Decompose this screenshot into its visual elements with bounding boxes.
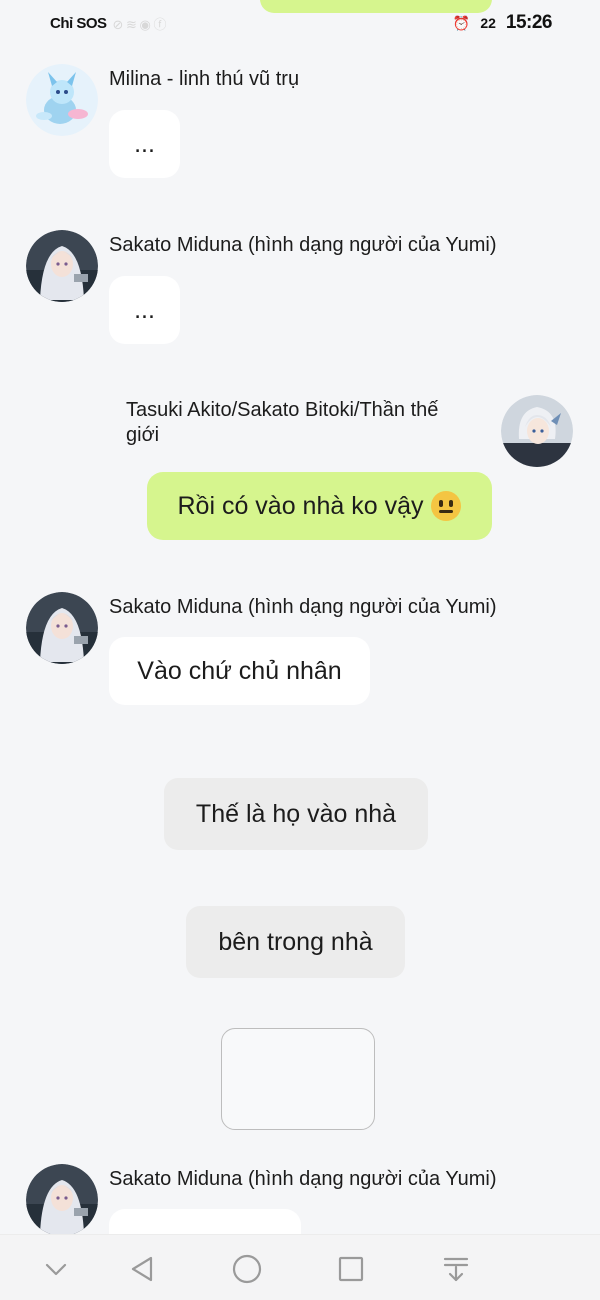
empty-message-box[interactable] xyxy=(221,1028,375,1130)
silver-hair-boy-avatar-icon[interactable] xyxy=(501,395,573,467)
sender-name-line1: Tasuki Akito/Sakato Bitoki/Thần thế xyxy=(126,399,439,421)
message-bubble[interactable]: ... xyxy=(109,276,180,344)
navigation-bar xyxy=(0,1234,600,1300)
narration-bubble[interactable]: bên trong nhà xyxy=(186,906,405,978)
carrier-label: Chỉ SOS xyxy=(50,15,107,32)
status-left: Chỉ SOS ⊘ ≋ ◉ ⓕ xyxy=(50,14,166,33)
status-bar: Chỉ SOS ⊘ ≋ ◉ ⓕ ⏰ 22 15:26 xyxy=(0,0,600,48)
silver-hair-girl-avatar-icon[interactable] xyxy=(26,1164,98,1236)
sender-name: Tasuki Akito/Sakato Bitoki/Thần thế giới xyxy=(126,398,486,448)
message-text: Rồi có vào nhà ko vậy xyxy=(177,491,424,520)
blue-creature-avatar-icon[interactable] xyxy=(26,64,98,136)
sender-name: Sakato Miduna (hình dạng người của Yumi) xyxy=(109,1168,497,1190)
sender-name: Sakato Miduna (hình dạng người của Yumi) xyxy=(109,234,497,256)
silver-hair-girl-avatar-icon[interactable] xyxy=(26,230,98,302)
back-icon[interactable] xyxy=(122,1249,162,1289)
sender-name: Milina - linh thú vũ trụ xyxy=(109,68,300,90)
battery-level: 22 xyxy=(480,15,496,31)
status-icons: ⊘ ≋ ◉ ⓕ xyxy=(112,17,167,32)
narration-bubble[interactable]: Thế là họ vào nhà xyxy=(164,778,428,850)
my-message-bubble[interactable]: Rồi có vào nhà ko vậy xyxy=(147,472,492,540)
notification-pull-icon[interactable] xyxy=(436,1249,476,1289)
message-bubble[interactable]: Vào chứ chủ nhân xyxy=(109,637,370,705)
alarm-icon: ⏰ xyxy=(452,14,471,31)
sender-name: Sakato Miduna (hình dạng người của Yumi) xyxy=(109,596,497,618)
clock: 15:26 xyxy=(505,12,553,33)
neutral-face-icon xyxy=(431,491,462,521)
sender-name-line2: giới xyxy=(126,424,160,446)
status-right: ⏰ 22 15:26 xyxy=(452,12,553,34)
recents-icon[interactable] xyxy=(331,1249,371,1289)
home-icon[interactable] xyxy=(227,1249,267,1289)
message-bubble[interactable]: ... xyxy=(109,110,180,178)
chevron-down-icon[interactable] xyxy=(36,1249,76,1289)
silver-hair-girl-avatar-icon[interactable] xyxy=(26,592,98,664)
chat-screen: Chỉ SOS ⊘ ≋ ◉ ⓕ ⏰ 22 15:26 Milina - linh… xyxy=(0,0,600,1300)
